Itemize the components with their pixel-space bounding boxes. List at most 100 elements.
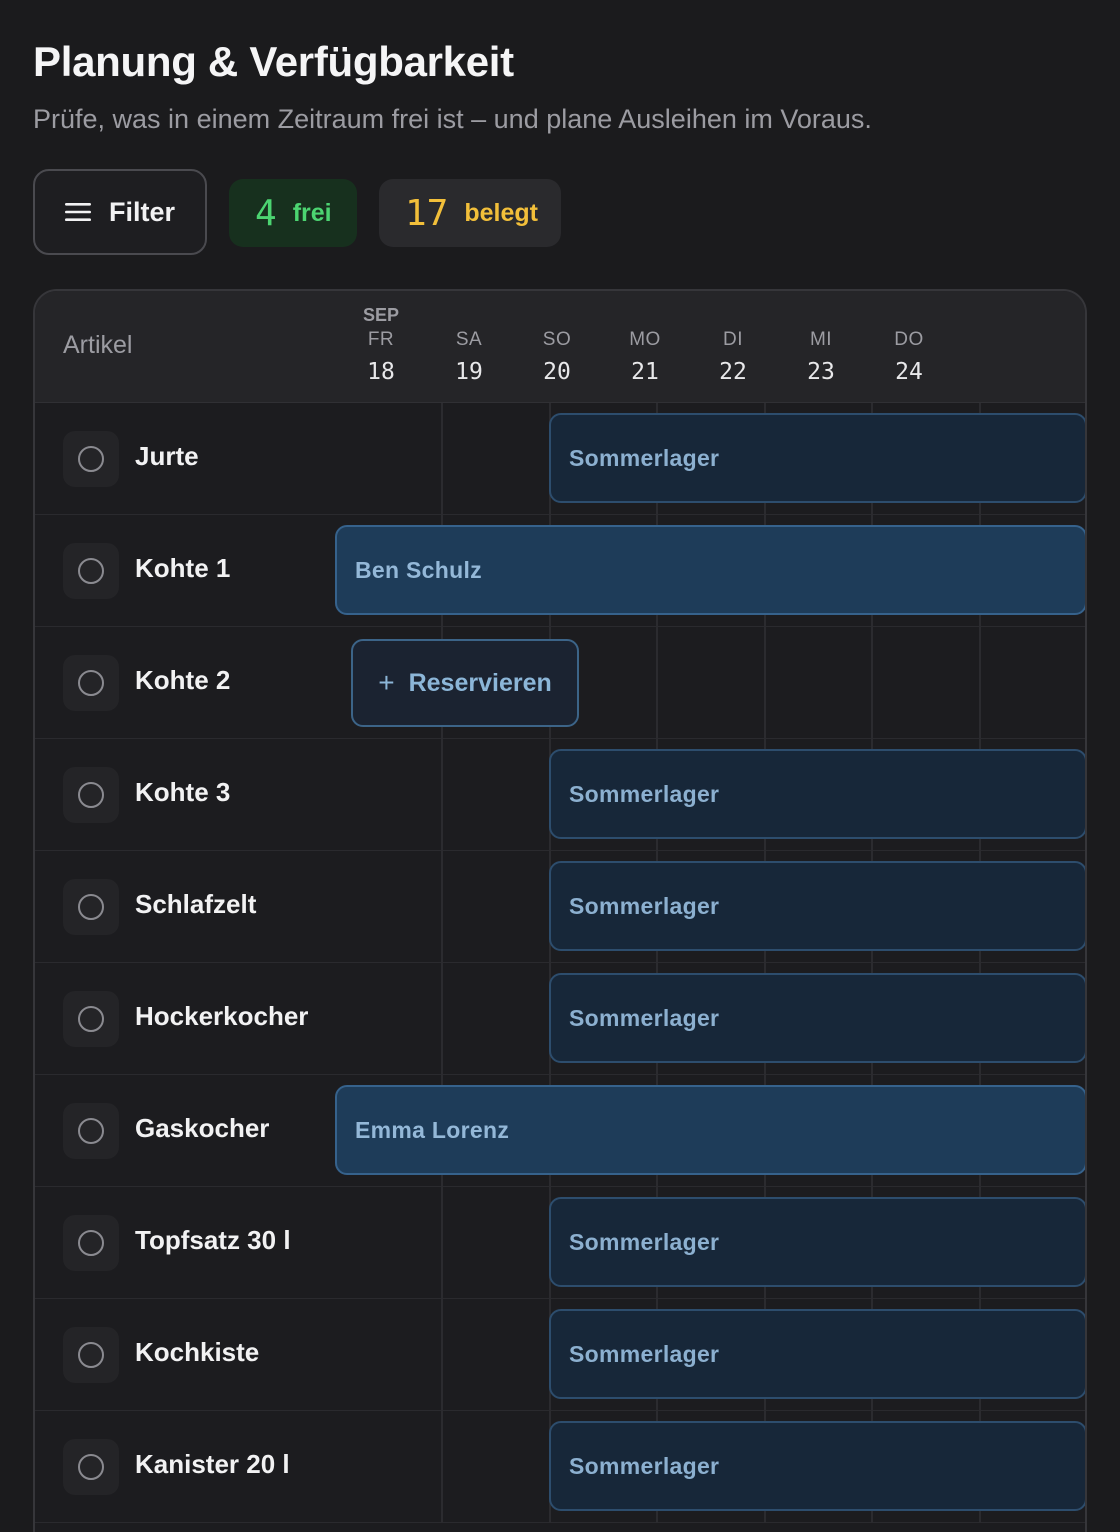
row-select-checkbox[interactable]: [63, 767, 119, 823]
circle-icon: [78, 558, 104, 584]
table-row: Topfsatz 30 l Sommerlager: [35, 1187, 1085, 1299]
item-name: Hockerkocher: [135, 1001, 309, 1031]
grid-line: [441, 1187, 443, 1299]
date-label: 21: [631, 359, 659, 385]
table-row: Kohte 1 Ben Schulz: [35, 515, 1085, 627]
circle-icon: [78, 1342, 104, 1368]
grid-line: [871, 627, 873, 739]
date-label: 23: [807, 359, 835, 385]
day-header-so: SO 20: [517, 305, 597, 385]
day-header-fr: SEP FR 18: [341, 305, 421, 385]
menu-icon: [65, 203, 91, 221]
row-select-checkbox[interactable]: [63, 1327, 119, 1383]
booking-bar[interactable]: Sommerlager: [549, 749, 1085, 839]
month-label: [429, 305, 509, 327]
grid-line: [979, 627, 981, 739]
table-row: Jurte Sommerlager: [35, 403, 1085, 515]
grid-line: [441, 1299, 443, 1411]
month-label: [605, 305, 685, 327]
weekday-label: FR: [367, 329, 395, 350]
item-name: Jurte: [135, 441, 199, 471]
circle-icon: [78, 894, 104, 920]
booking-bar[interactable]: Sommerlager: [549, 973, 1085, 1063]
grid-line: [441, 739, 443, 851]
row-select-checkbox[interactable]: [63, 1103, 119, 1159]
day-header-mi: MI 23: [781, 305, 861, 385]
date-label: 20: [543, 359, 571, 385]
row-select-checkbox[interactable]: [63, 879, 119, 935]
grid-line: [441, 403, 443, 515]
table-row: Kohte 2 + Reservieren: [35, 627, 1085, 739]
grid-header: Artikel SEP FR 18 SA 19 SO 20 MO 21 DI 22 MI 23 DO 24: [35, 291, 1085, 403]
grid-line: [441, 963, 443, 1075]
day-header-mo: MO 21: [605, 305, 685, 385]
row-select-checkbox[interactable]: [63, 1439, 119, 1495]
weekday-label: SO: [542, 329, 572, 350]
booking-bar[interactable]: Sommerlager: [549, 1309, 1085, 1399]
month-label: [781, 305, 861, 327]
item-name: Topfsatz 30 l: [135, 1225, 291, 1255]
row-select-checkbox[interactable]: [63, 431, 119, 487]
booking-bar[interactable]: Ben Schulz: [335, 525, 1085, 615]
month-label: [869, 305, 949, 327]
circle-icon: [78, 1006, 104, 1032]
reserve-button[interactable]: + Reservieren: [351, 639, 579, 727]
free-count: 4: [255, 192, 277, 234]
item-name: Gaskocher: [135, 1113, 270, 1143]
free-label: frei: [292, 198, 332, 227]
item-name: Schlafzelt: [135, 889, 257, 919]
booking-bar[interactable]: Sommerlager: [549, 1197, 1085, 1287]
date-label: 24: [895, 359, 923, 385]
date-label: 18: [367, 359, 395, 385]
plus-icon: +: [378, 667, 395, 698]
busy-count: 17: [405, 192, 449, 234]
weekday-label: DI: [723, 329, 743, 350]
table-row: Schlafzelt Sommerlager: [35, 851, 1085, 963]
weekday-label: SA: [455, 329, 483, 350]
date-label: 19: [455, 359, 483, 385]
grid-line: [764, 627, 766, 739]
month-label: SEP: [362, 305, 400, 325]
article-column-header: Artikel: [63, 331, 133, 359]
page-subtitle: Prüfe, was in einem Zeitraum frei ist – …: [33, 104, 872, 134]
month-label: [693, 305, 773, 327]
row-select-checkbox[interactable]: [63, 1215, 119, 1271]
item-name: Kochkiste: [135, 1337, 260, 1367]
busy-label: belegt: [464, 198, 538, 227]
booking-bar[interactable]: Sommerlager: [549, 861, 1085, 951]
grid-line: [441, 1411, 443, 1523]
row-select-checkbox[interactable]: [63, 991, 119, 1047]
circle-icon: [78, 446, 104, 472]
day-header-di: DI 22: [693, 305, 773, 385]
item-name: Kohte 1: [135, 553, 231, 583]
grid-line: [656, 627, 658, 739]
booking-bar[interactable]: Sommerlager: [549, 413, 1085, 503]
date-label: 22: [719, 359, 747, 385]
reserve-label: Reservieren: [408, 668, 552, 697]
table-row: Kohte 3 Sommerlager: [35, 739, 1085, 851]
planning-page: Planung & Verfügbarkeit Prüfe, was in ei…: [0, 0, 1120, 1532]
month-label: [517, 305, 597, 327]
filter-label: Filter: [109, 196, 176, 227]
filter-button[interactable]: Filter: [33, 169, 207, 255]
item-name: Kanister 20 l: [135, 1449, 290, 1479]
grid-line: [441, 851, 443, 963]
circle-icon: [78, 782, 104, 808]
row-select-checkbox[interactable]: [63, 543, 119, 599]
day-header-do: DO 24: [869, 305, 949, 385]
free-count-badge[interactable]: 4 frei: [229, 179, 357, 247]
weekday-label: MO: [629, 329, 661, 350]
row-select-checkbox[interactable]: [63, 655, 119, 711]
booking-bar[interactable]: Sommerlager: [549, 1421, 1085, 1511]
availability-grid: Artikel SEP FR 18 SA 19 SO 20 MO 21 DI 22 MI 23 DO 24 …: [33, 289, 1087, 1532]
busy-count-badge[interactable]: 17 belegt: [379, 179, 561, 247]
table-row: Kanister 20 l Sommerlager: [35, 1411, 1085, 1523]
circle-icon: [78, 670, 104, 696]
item-name: Kohte 2: [135, 665, 231, 695]
page-title: Planung & Verfügbarkeit: [33, 38, 514, 85]
circle-icon: [78, 1118, 104, 1144]
weekday-label: DO: [894, 329, 924, 350]
weekday-label: MI: [809, 329, 833, 350]
item-name: Kohte 3: [135, 777, 231, 807]
booking-bar[interactable]: Emma Lorenz: [335, 1085, 1085, 1175]
